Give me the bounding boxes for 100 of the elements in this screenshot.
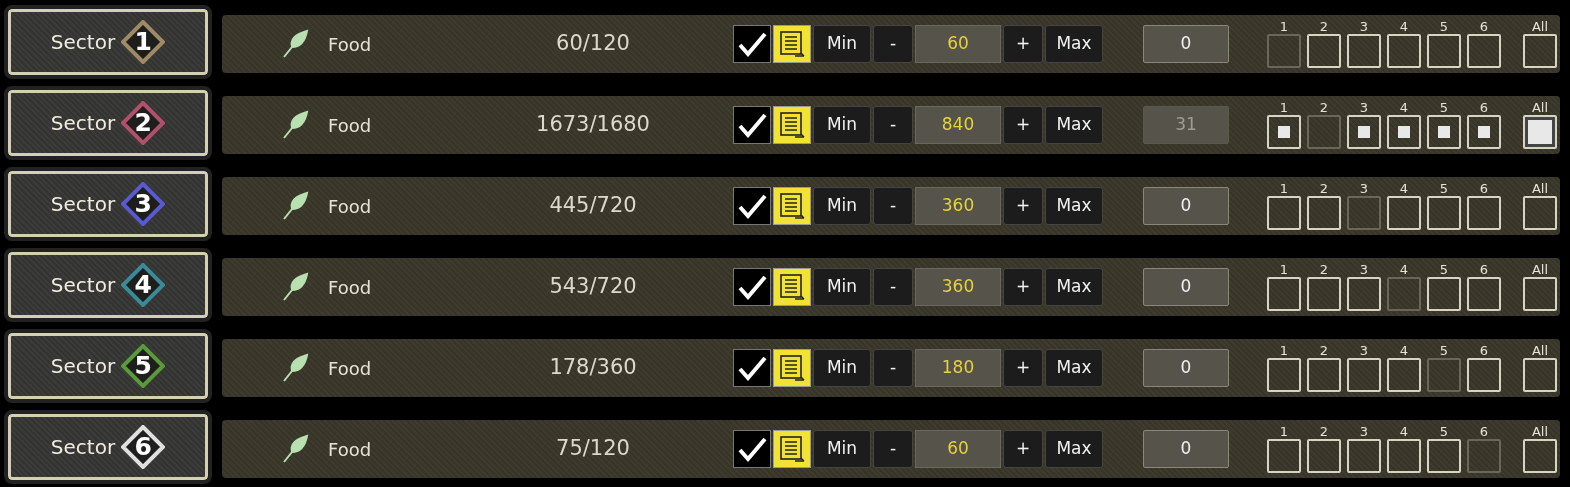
min-button[interactable]: Min [813, 187, 871, 225]
auto-transfer-toggle[interactable] [773, 187, 811, 225]
target-label: 4 [1399, 425, 1409, 439]
target-label: 6 [1479, 344, 1489, 358]
max-button[interactable]: Max [1045, 430, 1103, 468]
stock-amount: 1673/1680 [535, 111, 651, 139]
target-label: 6 [1479, 182, 1489, 196]
sector-number: 3 [134, 188, 152, 221]
target-label: 1 [1279, 182, 1289, 196]
resource-name: Food [328, 437, 373, 462]
increase-button[interactable]: + [1003, 268, 1043, 306]
quantity-field[interactable]: 0 [1143, 349, 1229, 387]
min-button[interactable]: Min [813, 268, 871, 306]
stock-amount: 445/720 [548, 192, 638, 220]
leaf-icon [280, 29, 310, 59]
max-button[interactable]: Max [1045, 106, 1103, 144]
target-label: 1 [1279, 344, 1289, 358]
decrease-button[interactable]: - [873, 187, 913, 225]
target-label: All [1531, 263, 1549, 277]
leaf-icon [280, 434, 310, 464]
max-button[interactable]: Max [1045, 25, 1103, 63]
increase-button[interactable]: + [1003, 187, 1043, 225]
decrease-button[interactable]: - [873, 106, 913, 144]
auto-transfer-toggle[interactable] [773, 268, 811, 306]
amount-field[interactable]: 60 [915, 25, 1001, 63]
enable-checkbox[interactable] [733, 25, 771, 63]
target-label: 5 [1439, 182, 1449, 196]
max-button[interactable]: Max [1045, 349, 1103, 387]
increase-button[interactable]: + [1003, 430, 1043, 468]
increase-button[interactable]: + [1003, 106, 1043, 144]
sector-number: 5 [134, 350, 152, 383]
auto-transfer-toggle[interactable] [773, 349, 811, 387]
enable-checkbox[interactable] [733, 349, 771, 387]
amount-field[interactable]: 180 [915, 349, 1001, 387]
target-label: 1 [1279, 425, 1289, 439]
target-label: 3 [1359, 344, 1369, 358]
amount-field[interactable]: 360 [915, 268, 1001, 306]
target-label: 3 [1359, 101, 1369, 115]
target-label: 4 [1399, 20, 1409, 34]
target-label: 6 [1479, 425, 1489, 439]
sector-number: 1 [134, 26, 152, 59]
max-button[interactable]: Max [1045, 268, 1103, 306]
decrease-button[interactable]: - [873, 430, 913, 468]
target-label: 3 [1359, 425, 1369, 439]
min-button[interactable]: Min [813, 25, 871, 63]
target-label: 1 [1279, 101, 1289, 115]
amount-field[interactable]: 60 [915, 430, 1001, 468]
target-label: 2 [1319, 20, 1329, 34]
enable-checkbox[interactable] [733, 187, 771, 225]
target-label: 4 [1399, 182, 1409, 196]
stock-amount: 543/720 [548, 273, 638, 301]
target-label: 6 [1479, 263, 1489, 277]
auto-transfer-toggle[interactable] [773, 25, 811, 63]
sector-number: 4 [134, 269, 152, 302]
quantity-field[interactable]: 0 [1143, 187, 1229, 225]
leaf-icon [280, 272, 310, 302]
target-label: 5 [1439, 20, 1449, 34]
decrease-button[interactable]: - [873, 349, 913, 387]
enable-checkbox[interactable] [733, 106, 771, 144]
target-label: 3 [1359, 20, 1369, 34]
target-label: 1 [1279, 263, 1289, 277]
increase-button[interactable]: + [1003, 349, 1043, 387]
quantity-field[interactable]: 0 [1143, 268, 1229, 306]
resource-name: Food [328, 32, 373, 57]
sector-number: 2 [134, 107, 152, 140]
target-label: 4 [1399, 263, 1409, 277]
target-label: All [1531, 425, 1549, 439]
resource-name: Food [328, 356, 373, 381]
target-label: 6 [1479, 20, 1489, 34]
auto-transfer-toggle[interactable] [773, 106, 811, 144]
min-button[interactable]: Min [813, 430, 871, 468]
decrease-button[interactable]: - [873, 268, 913, 306]
target-label: 2 [1319, 101, 1329, 115]
min-button[interactable]: Min [813, 349, 871, 387]
quantity-field[interactable]: 0 [1143, 25, 1229, 63]
target-label: 4 [1399, 101, 1409, 115]
quantity-field[interactable]: 0 [1143, 430, 1229, 468]
max-button[interactable]: Max [1045, 187, 1103, 225]
increase-button[interactable]: + [1003, 25, 1043, 63]
leaf-icon [280, 353, 310, 383]
target-label: 5 [1439, 425, 1449, 439]
stock-amount: 178/360 [548, 354, 638, 382]
amount-field[interactable]: 360 [915, 187, 1001, 225]
target-label: All [1531, 101, 1549, 115]
target-label: 3 [1359, 263, 1369, 277]
leaf-icon [280, 191, 310, 221]
target-label: 5 [1439, 344, 1449, 358]
target-label: 5 [1439, 263, 1449, 277]
target-label: 2 [1319, 425, 1329, 439]
decrease-button[interactable]: - [873, 25, 913, 63]
auto-transfer-toggle[interactable] [773, 430, 811, 468]
target-label: 6 [1479, 101, 1489, 115]
amount-field[interactable]: 840 [915, 106, 1001, 144]
target-label: 1 [1279, 20, 1289, 34]
enable-checkbox[interactable] [733, 268, 771, 306]
target-label: All [1531, 182, 1549, 196]
stock-amount: 75/120 [555, 435, 631, 463]
min-button[interactable]: Min [813, 106, 871, 144]
enable-checkbox[interactable] [733, 430, 771, 468]
resource-name: Food [328, 113, 373, 138]
